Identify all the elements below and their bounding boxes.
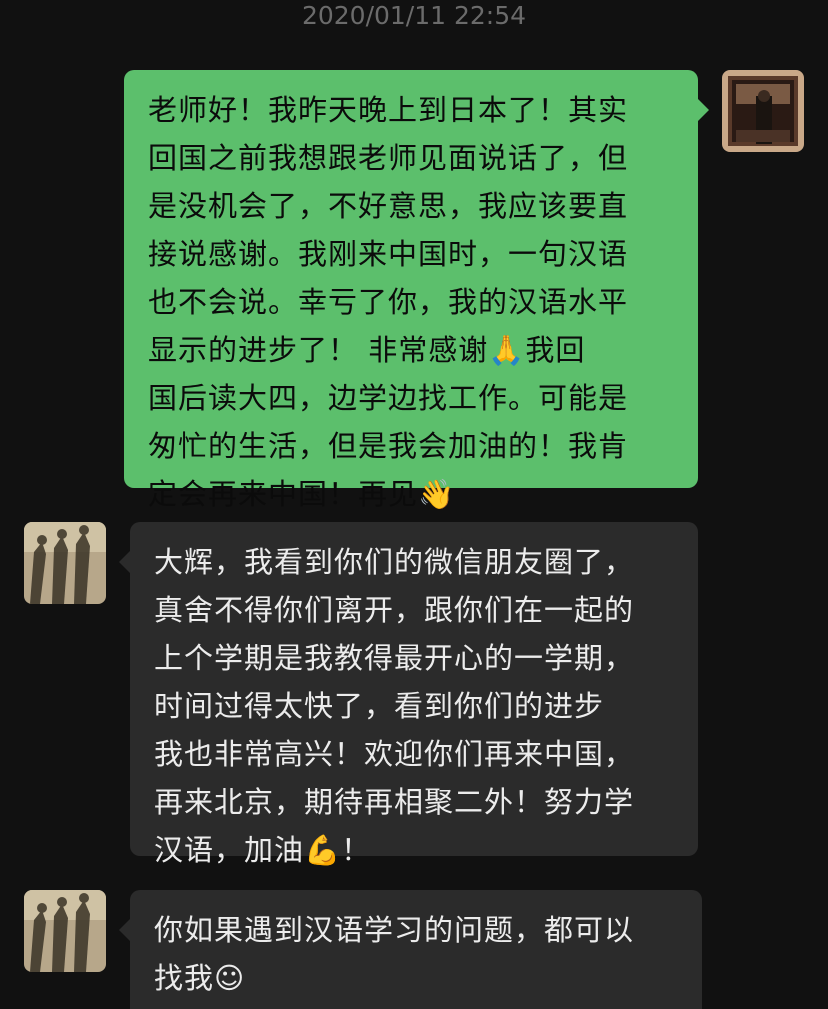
message-line: 找我☺ bbox=[154, 961, 246, 995]
outgoing-message-bubble[interactable]: 老师好！我昨天晚上到日本了！其实 回国之前我想跟老师见面说话了，但 是没机会了，… bbox=[124, 70, 698, 511]
chat-view: 2020/01/11 22:54 老师好！我昨天晚上到日本了！其实 回国之前我想… bbox=[0, 0, 828, 1009]
message-line: 匆忙的生活，但是我会加油的！我肯 bbox=[148, 429, 629, 463]
message-line: 我也非常高兴！欢迎你们再来中国， bbox=[154, 737, 635, 771]
incoming-message-bubble[interactable]: 大辉，我看到你们的微信朋友圈了， 真舍不得你们离开，跟你们在一起的 上个学期是我… bbox=[130, 522, 698, 867]
message-line: 大辉，我看到你们的微信朋友圈了， bbox=[154, 545, 635, 579]
message-line: 老师好！我昨天晚上到日本了！其实 bbox=[148, 93, 629, 127]
message-line: 真舍不得你们离开，跟你们在一起的 bbox=[154, 593, 635, 627]
message-line: 是没机会了，不好意思，我应该要直 bbox=[148, 189, 629, 223]
message-line: 上个学期是我教得最开心的一学期， bbox=[154, 641, 635, 675]
contact-avatar[interactable] bbox=[24, 890, 106, 972]
contact-avatar[interactable] bbox=[24, 522, 106, 604]
message-line: 时间过得太快了，看到你们的进步 bbox=[154, 689, 605, 723]
message-line: 定会再来中国！再见👋 bbox=[148, 477, 456, 511]
message-line: 也不会说。幸亏了你，我的汉语水平 bbox=[148, 285, 629, 319]
incoming-message-bubble[interactable]: 你如果遇到汉语学习的问题，都可以 找我☺ bbox=[130, 890, 702, 1009]
message-line: 回国之前我想跟老师见面说话了，但 bbox=[148, 141, 629, 175]
message-line: 国后读大四，边学边找工作。可能是 bbox=[148, 381, 629, 415]
message-line: 再来北京，期待再相聚二外！努力学 bbox=[154, 785, 635, 819]
message-line: 汉语，加油💪！ bbox=[154, 833, 372, 867]
outgoing-bubble-tail bbox=[697, 98, 709, 122]
message-line: 接说感谢。我刚来中国时，一句汉语 bbox=[148, 237, 629, 271]
message-timestamp: 2020/01/11 22:54 bbox=[301, 1, 527, 30]
message-line: 显示的进步了！ 非常感谢🙏我回 bbox=[148, 333, 586, 367]
message-line: 你如果遇到汉语学习的问题，都可以 bbox=[154, 913, 635, 947]
my-avatar[interactable] bbox=[722, 70, 804, 152]
